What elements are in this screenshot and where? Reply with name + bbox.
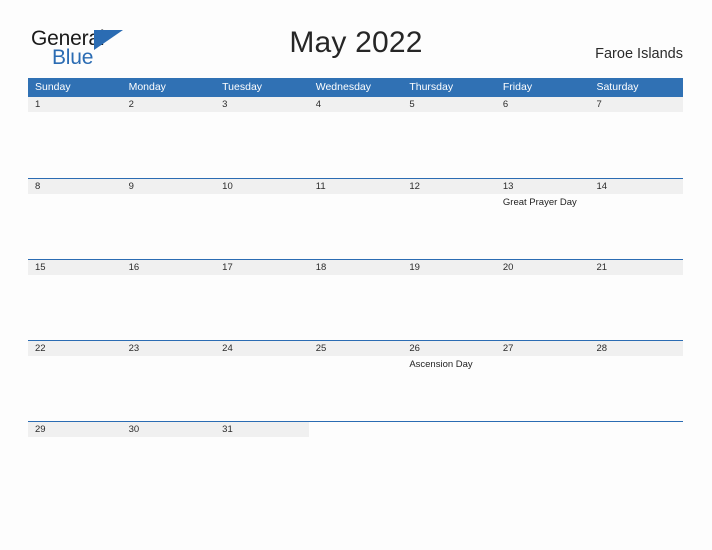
day-number-cell[interactable]: 7 bbox=[589, 97, 683, 112]
weekday-thursday: Thursday bbox=[409, 81, 454, 93]
calendar-week-row: 29 30 31 bbox=[28, 421, 684, 502]
day-number-cell[interactable]: 11 bbox=[309, 179, 403, 194]
day-event-cell bbox=[28, 275, 122, 278]
day-event-cell bbox=[496, 112, 590, 115]
day-event-cell bbox=[309, 275, 403, 278]
day-number-cell[interactable]: 9 bbox=[122, 179, 216, 194]
holiday-great-prayer-day: Great Prayer Day bbox=[502, 197, 577, 208]
region-label: Faroe Islands bbox=[595, 46, 683, 62]
day-event-cell bbox=[589, 112, 683, 115]
day-number-cell[interactable]: 12 bbox=[402, 179, 496, 194]
day-event-cell bbox=[496, 275, 590, 278]
day-event-cell bbox=[496, 356, 590, 371]
day-number-cell[interactable]: 6 bbox=[496, 97, 590, 112]
day-number-cell[interactable]: 20 bbox=[496, 260, 590, 275]
day-event-cell bbox=[122, 275, 216, 278]
week-event-band bbox=[28, 275, 683, 278]
weekday-sunday: Sunday bbox=[35, 81, 71, 93]
day-number-cell[interactable]: 25 bbox=[309, 341, 403, 356]
day-number-cell[interactable]: 3 bbox=[215, 97, 309, 112]
day-event-cell bbox=[496, 437, 590, 440]
day-event-cell bbox=[215, 112, 309, 115]
day-event-cell bbox=[589, 194, 683, 209]
day-event-cell bbox=[215, 437, 309, 440]
day-number-cell[interactable]: 4 bbox=[309, 97, 403, 112]
day-event-cell bbox=[402, 437, 496, 440]
calendar-week-row: 22 23 24 25 26 27 28 Ascension Day bbox=[28, 340, 683, 421]
day-number-cell-empty bbox=[589, 422, 684, 437]
day-event-cell bbox=[309, 356, 403, 371]
day-event-cell bbox=[589, 356, 683, 371]
day-event-cell bbox=[589, 437, 683, 440]
day-number-cell[interactable]: 28 bbox=[589, 341, 683, 356]
day-event-cell bbox=[215, 356, 309, 371]
holiday-ascension-day: Ascension Day bbox=[409, 359, 473, 370]
day-number-cell[interactable]: 21 bbox=[589, 260, 683, 275]
weekday-tuesday: Tuesday bbox=[222, 81, 263, 93]
day-number-cell[interactable]: 30 bbox=[122, 422, 216, 437]
day-number-cell-empty bbox=[402, 422, 496, 437]
weekday-friday: Friday bbox=[502, 81, 533, 93]
day-number-cell-empty bbox=[308, 422, 403, 437]
week-date-band: 8 9 10 11 12 13 14 bbox=[28, 178, 683, 194]
day-number-cell[interactable]: 27 bbox=[496, 341, 590, 356]
day-event-cell bbox=[28, 356, 122, 371]
day-number-cell[interactable]: 8 bbox=[28, 179, 122, 194]
week-event-band: Great Prayer Day bbox=[28, 194, 683, 209]
day-event-cell bbox=[122, 437, 216, 440]
day-event-cell bbox=[28, 194, 122, 209]
day-number-cell[interactable]: 19 bbox=[402, 260, 496, 275]
calendar-week-row: 15 16 17 18 19 20 21 bbox=[28, 259, 683, 340]
weekday-saturday: Saturday bbox=[596, 81, 639, 93]
day-number-cell[interactable]: 16 bbox=[122, 260, 216, 275]
day-event-cell bbox=[402, 194, 496, 209]
day-number-cell[interactable]: 13 bbox=[496, 179, 590, 194]
day-event-cell bbox=[122, 194, 216, 209]
weekday-wednesday: Wednesday bbox=[315, 81, 371, 93]
day-event-cell bbox=[402, 275, 496, 278]
day-event-cell bbox=[122, 356, 216, 371]
day-number-cell[interactable]: 2 bbox=[122, 97, 216, 112]
day-number-cell[interactable]: 18 bbox=[309, 260, 403, 275]
day-number-cell[interactable]: 1 bbox=[28, 97, 122, 112]
calendar-week-row: 1 2 3 4 5 6 7 bbox=[28, 97, 683, 178]
week-event-band bbox=[28, 112, 683, 115]
day-number-cell[interactable]: 17 bbox=[215, 260, 309, 275]
day-event-cell bbox=[215, 275, 309, 278]
day-number-cell[interactable]: 23 bbox=[122, 341, 216, 356]
day-number-cell[interactable]: 14 bbox=[589, 179, 683, 194]
calendar-weekday-header: Sunday Monday Tuesday Wednesday Thursday… bbox=[28, 78, 683, 97]
day-number-cell[interactable]: 15 bbox=[28, 260, 122, 275]
day-event-cell bbox=[28, 437, 122, 440]
day-event-cell bbox=[122, 112, 216, 115]
day-event-cell bbox=[309, 194, 403, 209]
day-number-cell[interactable]: 10 bbox=[215, 179, 309, 194]
day-event-cell bbox=[402, 112, 496, 115]
week-date-band: 1 2 3 4 5 6 7 bbox=[28, 97, 683, 112]
day-event-cell bbox=[309, 112, 403, 115]
week-date-band: 29 30 31 bbox=[28, 421, 684, 437]
day-number-cell[interactable]: 31 bbox=[215, 422, 309, 437]
weekday-monday: Monday bbox=[128, 81, 166, 93]
week-event-band: Ascension Day bbox=[28, 356, 683, 371]
calendar-grid: Sunday Monday Tuesday Wednesday Thursday… bbox=[28, 78, 684, 502]
week-date-band: 15 16 17 18 19 20 21 bbox=[28, 259, 683, 275]
week-date-band: 22 23 24 25 26 27 28 bbox=[28, 340, 683, 356]
day-event-cell bbox=[215, 194, 309, 209]
day-event-cell bbox=[28, 112, 122, 115]
day-number-cell[interactable]: 26 bbox=[402, 341, 496, 356]
day-number-cell[interactable]: 24 bbox=[215, 341, 309, 356]
day-number-cell[interactable]: 5 bbox=[402, 97, 496, 112]
page-header: General Blue May 2022 Faroe Islands bbox=[0, 0, 712, 76]
week-event-band bbox=[28, 437, 683, 440]
day-number-cell-empty bbox=[495, 422, 590, 437]
day-number-cell[interactable]: 22 bbox=[28, 341, 122, 356]
day-event-cell bbox=[589, 275, 683, 278]
day-number-cell[interactable]: 29 bbox=[28, 422, 122, 437]
day-event-cell bbox=[309, 437, 403, 440]
calendar-week-row: 8 9 10 11 12 13 14 Great Prayer Day bbox=[28, 178, 683, 259]
